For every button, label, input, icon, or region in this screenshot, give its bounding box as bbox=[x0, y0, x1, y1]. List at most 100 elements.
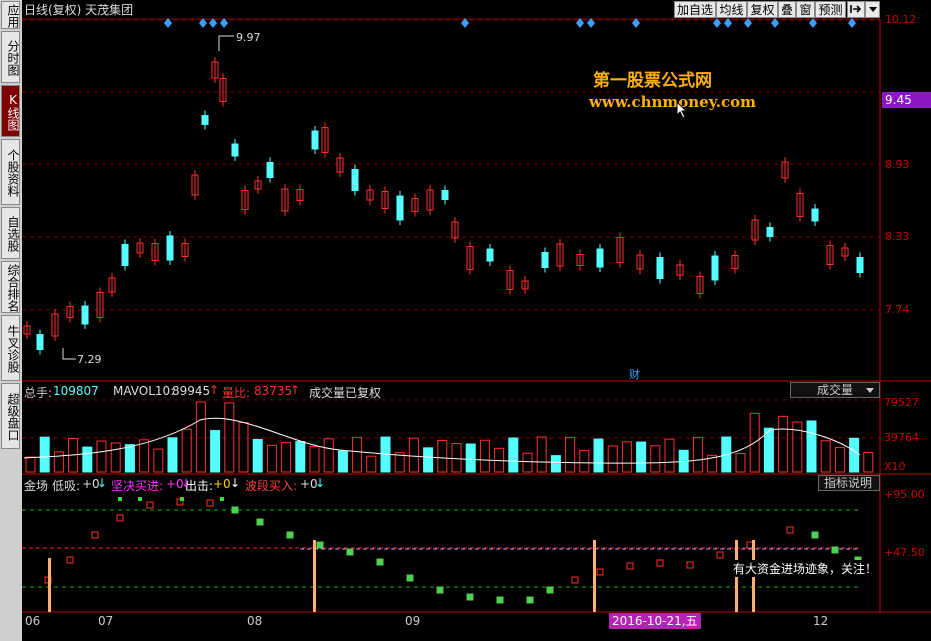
sidebar-tab[interactable]: 超级盘口 bbox=[1, 383, 20, 449]
price-axis-label: 7.74 bbox=[885, 303, 910, 316]
indicator-axis-label: +95.00 bbox=[884, 488, 925, 501]
sidebar-tab[interactable]: 分时图 bbox=[1, 31, 20, 83]
candle-body bbox=[656, 257, 664, 279]
volume-bar bbox=[295, 441, 306, 473]
mouse-pointer-icon bbox=[676, 100, 688, 123]
volume-bar bbox=[522, 452, 533, 473]
date-axis-label: 12 bbox=[813, 614, 829, 628]
volume-bar bbox=[536, 436, 547, 473]
stock-kline-window: 应用 分时图 K线图 个股资料 自选股 综合排名 牛叉诊股 超级盘口 日线(复权) 天茂集团 … bbox=[0, 0, 931, 641]
volume-bar bbox=[337, 450, 348, 473]
candle-body bbox=[486, 248, 494, 262]
volume-bar bbox=[423, 447, 434, 473]
kline-chart-canvas[interactable] bbox=[0, 0, 931, 641]
volume-bar bbox=[735, 452, 746, 473]
date-axis-label: 06 bbox=[25, 614, 41, 628]
sidebar-tab[interactable]: 个股资料 bbox=[1, 139, 20, 205]
volume-bar bbox=[281, 441, 292, 473]
volume-bar bbox=[25, 456, 36, 473]
volume-bar bbox=[863, 451, 874, 473]
volume-bar bbox=[266, 444, 277, 473]
volume-bar bbox=[195, 401, 206, 473]
indicator-point bbox=[66, 556, 74, 564]
candle-body bbox=[351, 169, 359, 191]
indicator-signal-note: 有大资金进场迹象，关注！ bbox=[733, 560, 878, 577]
indicator-point bbox=[206, 499, 214, 507]
sidebar-tab[interactable]: 综合排名 bbox=[1, 261, 20, 313]
pin-icon[interactable] bbox=[847, 1, 865, 18]
indicator-help-button[interactable]: 指标说明 bbox=[818, 475, 880, 491]
indicator-item-label: 低吸: bbox=[52, 479, 81, 493]
candle-body bbox=[441, 190, 449, 200]
overlay-button[interactable]: 叠 bbox=[778, 1, 796, 18]
sidebar-tab[interactable]: K线图 bbox=[1, 85, 20, 137]
window-button[interactable]: 窗 bbox=[796, 1, 815, 18]
volume-bar bbox=[224, 402, 235, 473]
finance-marker[interactable]: 财 bbox=[629, 366, 640, 382]
candle-body bbox=[766, 227, 774, 237]
indicator-point bbox=[526, 596, 534, 604]
volume-axis-label: 79527 bbox=[884, 396, 919, 409]
candle-body bbox=[81, 305, 89, 325]
candle-body bbox=[541, 252, 549, 268]
volume-bar bbox=[181, 428, 192, 473]
watermark-title: 第一股票公式网 bbox=[593, 71, 712, 91]
arrow-up-icon: ↑ bbox=[290, 383, 301, 397]
high-marker-line bbox=[218, 35, 234, 51]
arrow-down-icon: ↓ bbox=[315, 476, 326, 490]
volume-total-value: 109807 bbox=[53, 384, 99, 398]
volume-ratio-label: 量比: bbox=[222, 386, 251, 400]
volume-adjusted-note: 成交量已复权 bbox=[309, 386, 382, 400]
indicator-point bbox=[231, 506, 239, 514]
volume-bar bbox=[664, 438, 675, 473]
candle-body bbox=[856, 257, 864, 273]
volume-bar bbox=[210, 430, 221, 473]
signal-dot bbox=[138, 497, 142, 501]
date-axis-label: 08 bbox=[247, 614, 263, 628]
adjust-price-button[interactable]: 复权 bbox=[747, 1, 778, 18]
volume-bar bbox=[124, 444, 135, 473]
sidebar-tab[interactable]: 牛叉诊股 bbox=[1, 315, 20, 381]
indicator-point bbox=[686, 561, 694, 569]
indicator-point bbox=[91, 531, 99, 539]
volume-bar bbox=[650, 445, 661, 473]
volume-bar bbox=[849, 437, 860, 473]
price-axis-label: 8.93 bbox=[885, 158, 910, 171]
volume-bar bbox=[778, 415, 789, 473]
candle-body bbox=[311, 130, 319, 150]
candle-body bbox=[596, 248, 604, 268]
watermark-url: www.chnmoney.com bbox=[589, 93, 756, 111]
dropdown-arrow-icon bbox=[866, 388, 874, 393]
indicator-point bbox=[626, 562, 634, 570]
price-axis-label: 10.12 bbox=[885, 13, 917, 26]
sidebar-tab[interactable]: 自选股 bbox=[1, 207, 20, 259]
chart-title: 日线(复权) 天茂集团 bbox=[24, 3, 134, 17]
indicator-point bbox=[346, 548, 354, 556]
indicator-selector[interactable]: 成交量 bbox=[790, 382, 880, 398]
low-marker-line bbox=[62, 348, 76, 360]
low-price-label: 7.29 bbox=[77, 353, 102, 366]
volume-bar bbox=[820, 440, 831, 473]
indicator-point bbox=[496, 596, 504, 604]
volume-bar bbox=[607, 445, 618, 473]
volume-bar bbox=[238, 422, 249, 473]
indicator-point bbox=[716, 551, 724, 559]
indicator-name: 金场 bbox=[24, 479, 49, 493]
indicator-point bbox=[316, 541, 324, 549]
cursor-date-tag: 2016-10-21,五 bbox=[609, 613, 701, 629]
sidebar-tab[interactable]: 应用 bbox=[1, 1, 20, 29]
signal-bar bbox=[593, 540, 596, 612]
indicator-point bbox=[146, 501, 154, 509]
arrow-down-icon: ↓ bbox=[97, 476, 108, 490]
volume-bar bbox=[479, 439, 490, 473]
moving-average-button[interactable]: 均线 bbox=[716, 1, 747, 18]
add-watchlist-button[interactable]: 加自选 bbox=[674, 1, 716, 18]
indicator-point bbox=[656, 559, 664, 567]
volume-bar bbox=[806, 420, 817, 473]
volume-bar bbox=[636, 441, 647, 473]
volume-bar bbox=[408, 437, 419, 473]
indicator-item-label: 出击: bbox=[185, 479, 214, 493]
dropdown-arrow-icon[interactable] bbox=[865, 1, 880, 18]
volume-bar bbox=[366, 455, 377, 473]
forecast-button[interactable]: 预测 bbox=[815, 1, 846, 18]
